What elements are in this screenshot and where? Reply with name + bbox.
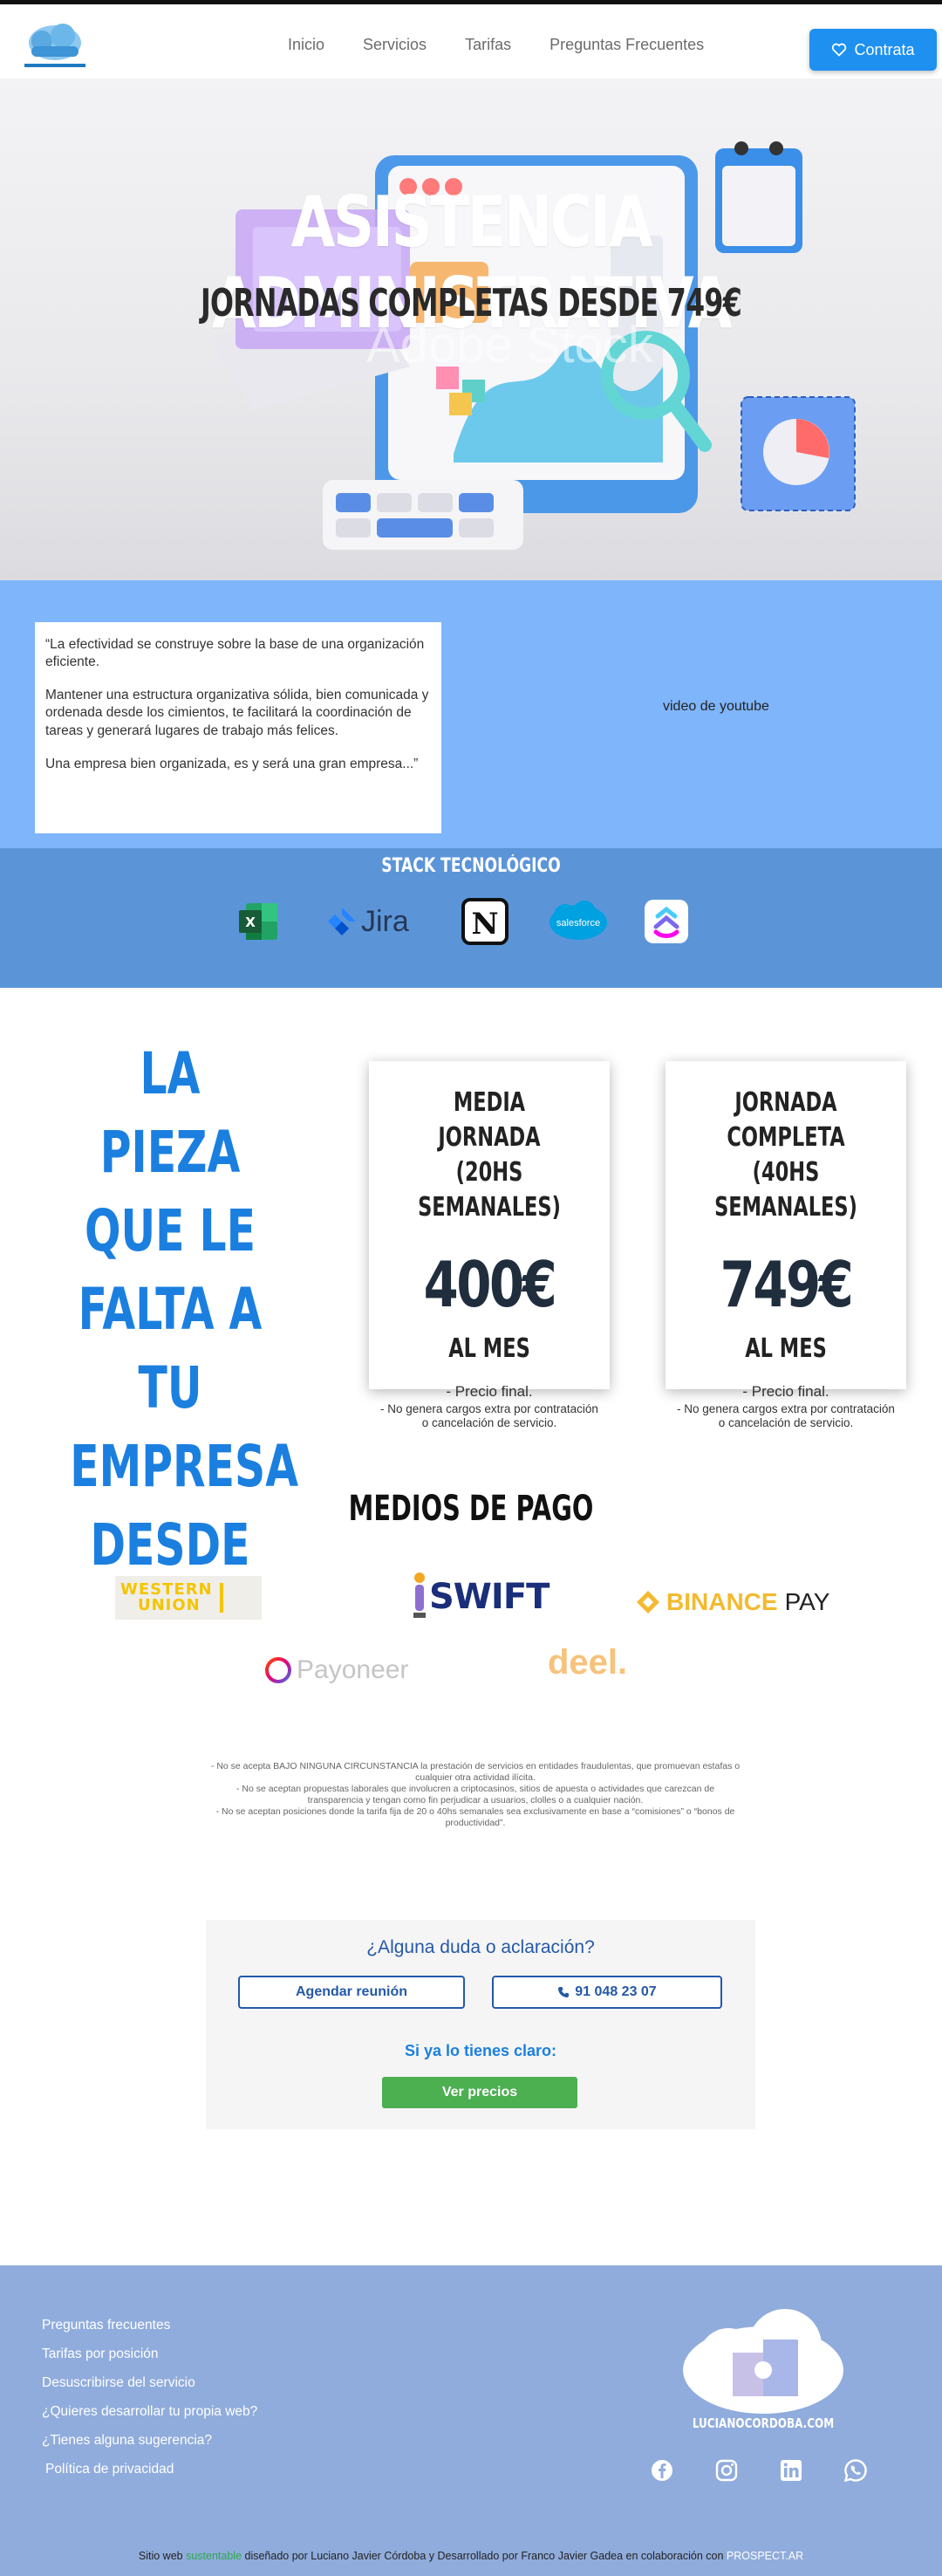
footer-brand: LUCIANOCORDOBA.COM bbox=[692, 2415, 835, 2431]
swift-logo: SWIFT bbox=[410, 1569, 550, 1625]
contact-box: ¿Alguna duda o aclaración? Agendar reuni… bbox=[206, 1920, 755, 2129]
swift-bird-icon bbox=[413, 1572, 426, 1618]
view-prices-button[interactable]: Ver precios bbox=[382, 2077, 577, 2108]
quote-paragraph-2: Mantener una estructura organizativa sól… bbox=[45, 688, 429, 738]
prospect-link[interactable]: PROSPECT.AR bbox=[727, 2550, 803, 2562]
card-final-note: - Precio final. bbox=[446, 1383, 533, 1400]
card-title-line-2: (20HS SEMANALES) bbox=[418, 1157, 561, 1223]
hero-banner: Adobe Stock ASISTENCIA ADMINISTRATIVA JO… bbox=[0, 79, 942, 580]
quote-section: “La efectividad se construye sobre la ba… bbox=[0, 580, 942, 848]
heart-icon bbox=[832, 43, 847, 57]
card-period: AL MES bbox=[448, 1333, 530, 1364]
whatsapp-icon[interactable] bbox=[843, 2457, 869, 2484]
binance-pay-logo: BINANCE PAY bbox=[635, 1585, 829, 1620]
salesforce-icon: salesforce bbox=[548, 895, 609, 948]
card-extra-note: - No genera cargos extra por contratació… bbox=[380, 1402, 598, 1430]
schedule-meeting-label: Agendar reunión bbox=[295, 1984, 407, 1999]
svg-text:N: N bbox=[471, 907, 498, 942]
price-card-media-jornada[interactable]: MEDIA JORNADA (20HS SEMANALES) 400€ AL M… bbox=[369, 1061, 610, 1429]
facebook-icon[interactable] bbox=[649, 2457, 675, 2484]
payoneer-logo: Payoneer bbox=[263, 1651, 408, 1689]
card-price: 400€ bbox=[423, 1248, 557, 1321]
svg-text:X: X bbox=[245, 915, 256, 930]
lead-line-2: QUE LE bbox=[84, 1197, 256, 1264]
contrata-label: Contrata bbox=[854, 40, 915, 58]
payoneer-label: Payoneer bbox=[297, 1655, 409, 1684]
credit-sustentable: sustentable bbox=[186, 2550, 242, 2562]
card-title-line-2: (40HS SEMANALES) bbox=[714, 1157, 857, 1223]
phone-label: 91 048 23 07 bbox=[575, 1984, 657, 1999]
youtube-video-placeholder[interactable]: video de youtube bbox=[663, 699, 769, 715]
schedule-meeting-button[interactable]: Agendar reunión bbox=[238, 1976, 465, 2009]
legal-line-2: - No se aceptan propuestas laborales que… bbox=[236, 1784, 715, 1805]
nav-inicio[interactable]: Inicio bbox=[288, 36, 324, 54]
footer-link-unsubscribe[interactable]: Desuscribirse del servicio bbox=[42, 2375, 257, 2404]
credit-text-b: diseñado por Luciano Javier Córdoba y De… bbox=[242, 2550, 727, 2562]
footer-link-suggestion[interactable]: ¿Tienes alguna sugerencia? bbox=[42, 2433, 257, 2462]
card-extra-note: - No genera cargos extra por contratació… bbox=[677, 1402, 895, 1430]
western-union-logo: WESTERN UNION bbox=[115, 1576, 262, 1620]
card-price: 749€ bbox=[720, 1248, 854, 1321]
footer-credit: Sitio web sustentable diseñado por Lucia… bbox=[0, 2550, 942, 2562]
tech-stack-section: STACK TECNOLÓGICO X Jira N salesforce bbox=[0, 848, 942, 988]
instagram-icon[interactable] bbox=[713, 2457, 740, 2484]
credit-text-a: Sitio web bbox=[138, 2550, 187, 2562]
jira-icon bbox=[328, 908, 356, 935]
legal-notes: - No se acepta BAJO NINGUNA CIRCUNSTANCI… bbox=[209, 1761, 741, 1829]
quote-paragraph-3: Una empresa bien organizada, es y será u… bbox=[45, 756, 419, 771]
footer-link-privacy[interactable]: Política de privacidad bbox=[42, 2462, 257, 2490]
card-title: MEDIA JORNADA (20HS SEMANALES) bbox=[399, 1086, 580, 1225]
excel-icon: X bbox=[237, 895, 281, 948]
footer-link-tarifas[interactable]: Tarifas por posición bbox=[42, 2346, 257, 2375]
jira-logo: Jira bbox=[326, 895, 409, 948]
card-title-line-1: MEDIA JORNADA bbox=[438, 1087, 541, 1153]
notion-icon: N bbox=[461, 895, 509, 948]
contrata-button[interactable]: Contrata bbox=[809, 29, 937, 71]
svg-text:salesforce: salesforce bbox=[556, 918, 600, 928]
deel-label: deel. bbox=[548, 1642, 628, 1682]
lead-line-3: FALTA A TU bbox=[78, 1276, 263, 1422]
quote-box: “La efectividad se construye sobre la ba… bbox=[35, 622, 441, 833]
nav-servicios[interactable]: Servicios bbox=[363, 36, 427, 54]
phone-button[interactable]: 91 048 23 07 bbox=[492, 1976, 722, 2009]
swift-label: SWIFT bbox=[429, 1577, 550, 1617]
top-navbar: Inicio Servicios Tarifas Preguntas Frecu… bbox=[0, 0, 942, 79]
footer-logo bbox=[683, 2309, 843, 2414]
western-line-2: UNION bbox=[138, 1596, 201, 1614]
view-prices-label: Ver precios bbox=[441, 2085, 518, 2100]
nav-preguntas-frecuentes[interactable]: Preguntas Frecuentes bbox=[550, 36, 704, 54]
stack-title: STACK TECNOLÓGICO bbox=[381, 855, 561, 877]
card-title-line-1: JORNADA COMPLETA bbox=[727, 1087, 845, 1153]
binance-label: BINANCE bbox=[666, 1588, 778, 1615]
legal-line-1: - No se acepta BAJO NINGUNA CIRCUNSTANCI… bbox=[210, 1761, 741, 1783]
hero-subtitle: JORNADAS COMPLETAS DESDE 749€ bbox=[200, 281, 742, 325]
main-nav: Inicio Servicios Tarifas Preguntas Frecu… bbox=[288, 36, 704, 54]
contact-subtitle: Si ya lo tienes claro: bbox=[404, 2042, 557, 2059]
footer-link-faq[interactable]: Preguntas frecuentes bbox=[42, 2318, 257, 2346]
footer: Preguntas frecuentes Tarifas por posició… bbox=[0, 2265, 942, 2576]
nav-tarifas[interactable]: Tarifas bbox=[465, 36, 511, 54]
price-card-jornada-completa[interactable]: JORNADA COMPLETA (40HS SEMANALES) 749€ A… bbox=[666, 1061, 906, 1429]
quote-paragraph-1: “La efectividad se construye sobre la ba… bbox=[45, 637, 425, 670]
page: Inicio Servicios Tarifas Preguntas Frecu… bbox=[0, 0, 942, 2576]
contact-title: ¿Alguna duda o aclaración? bbox=[366, 1937, 595, 1957]
stack-logos: X Jira N salesforce bbox=[0, 895, 942, 948]
jira-label: Jira bbox=[361, 904, 409, 938]
lead-line-1: LA PIEZA bbox=[99, 1040, 241, 1186]
card-period: AL MES bbox=[745, 1333, 827, 1364]
clickup-icon bbox=[644, 895, 689, 948]
binance-pay-label: PAY bbox=[784, 1588, 830, 1615]
card-final-note: - Precio final. bbox=[742, 1383, 829, 1400]
footer-link-own-web[interactable]: ¿Quieres desarrollar tu propia web? bbox=[42, 2404, 257, 2433]
phone-icon bbox=[558, 1987, 570, 1997]
payoneer-icon bbox=[265, 1657, 291, 1683]
legal-line-3: - No se aceptan posiciones donde la tari… bbox=[215, 1806, 735, 1828]
payment-title: MEDIOS DE PAGO bbox=[348, 1489, 594, 1529]
linkedin-icon[interactable] bbox=[778, 2457, 804, 2484]
site-logo[interactable] bbox=[19, 20, 91, 74]
deel-logo: deel. bbox=[548, 1641, 627, 1684]
card-title: JORNADA COMPLETA (40HS SEMANALES) bbox=[696, 1086, 877, 1225]
binance-icon bbox=[637, 1591, 659, 1613]
footer-links: Preguntas frecuentes Tarifas por posició… bbox=[42, 2318, 257, 2490]
